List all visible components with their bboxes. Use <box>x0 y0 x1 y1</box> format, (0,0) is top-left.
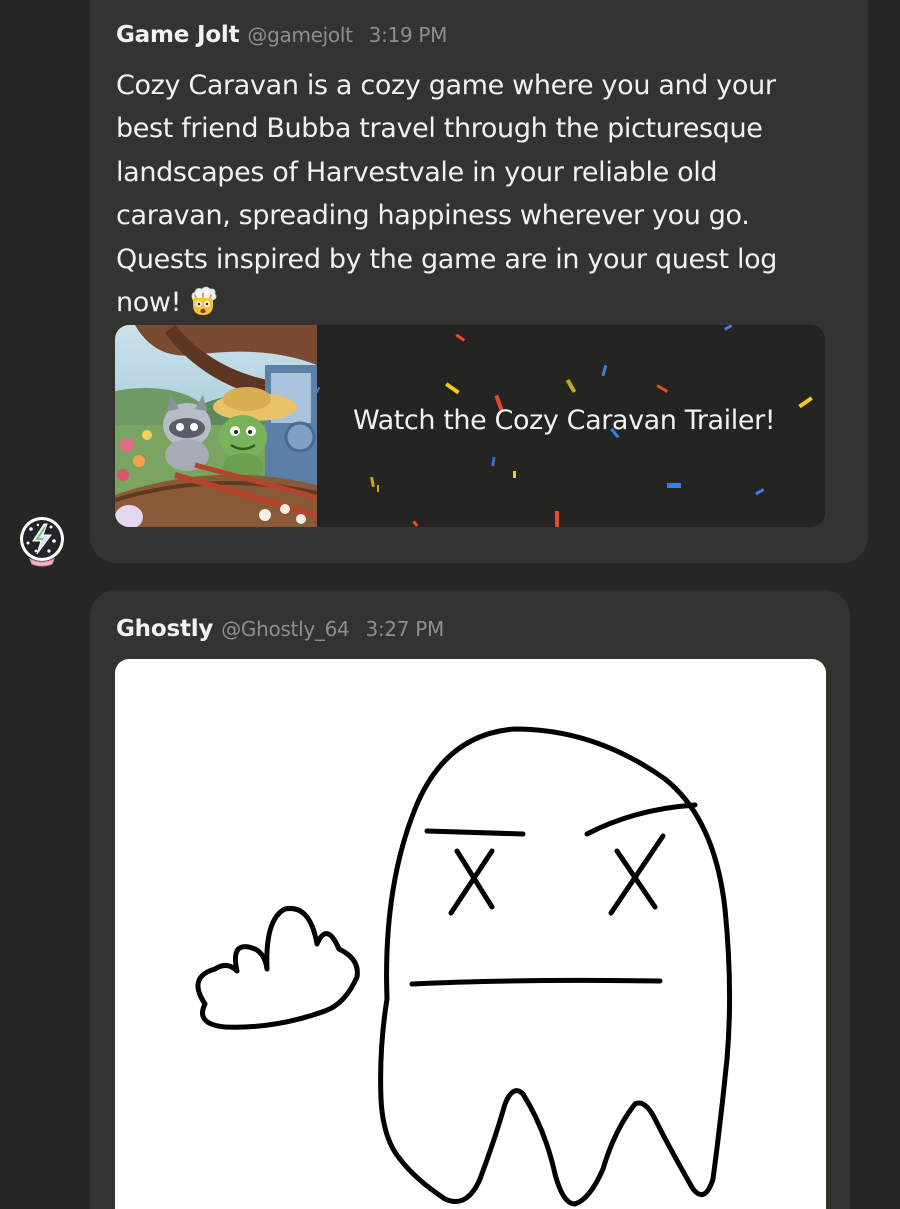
post-timestamp: 3:19 PM <box>368 23 448 47</box>
post-header: Game Jolt @gamejolt 3:19 PM <box>116 22 447 48</box>
cozy-caravan-thumbnail <box>115 325 317 527</box>
lightning-bolt-snow-globe-icon[interactable] <box>16 515 68 567</box>
post-image[interactable] <box>115 659 826 1209</box>
post-timestamp: 3:27 PM <box>365 617 444 641</box>
trailer-link-card[interactable]: Watch the Cozy Caravan Trailer! <box>115 325 825 527</box>
exploding-head-icon <box>187 285 219 330</box>
post-text: Cozy Caravan is a cozy game where you an… <box>116 64 806 330</box>
post-card-gamejolt: Game Jolt @gamejolt 3:19 PM Cozy Caravan… <box>90 0 868 563</box>
post-header: Ghostly @Ghostly_64 3:27 PM <box>116 616 444 642</box>
chat-feed: Game Jolt @gamejolt 3:19 PM Cozy Caravan… <box>0 0 900 1209</box>
author-handle[interactable]: @gamejolt <box>247 23 353 47</box>
post-body-text: Cozy Caravan is a cozy game where you an… <box>116 70 778 319</box>
ghost-drawing-image <box>195 726 733 1207</box>
trailer-link-title: Watch the Cozy Caravan Trailer! <box>353 405 776 436</box>
author-name[interactable]: Game Jolt <box>116 22 240 48</box>
author-name[interactable]: Ghostly <box>116 616 213 642</box>
post-card-ghostly: Ghostly @Ghostly_64 3:27 PM <box>90 590 850 1209</box>
author-handle[interactable]: @Ghostly_64 <box>221 617 350 641</box>
